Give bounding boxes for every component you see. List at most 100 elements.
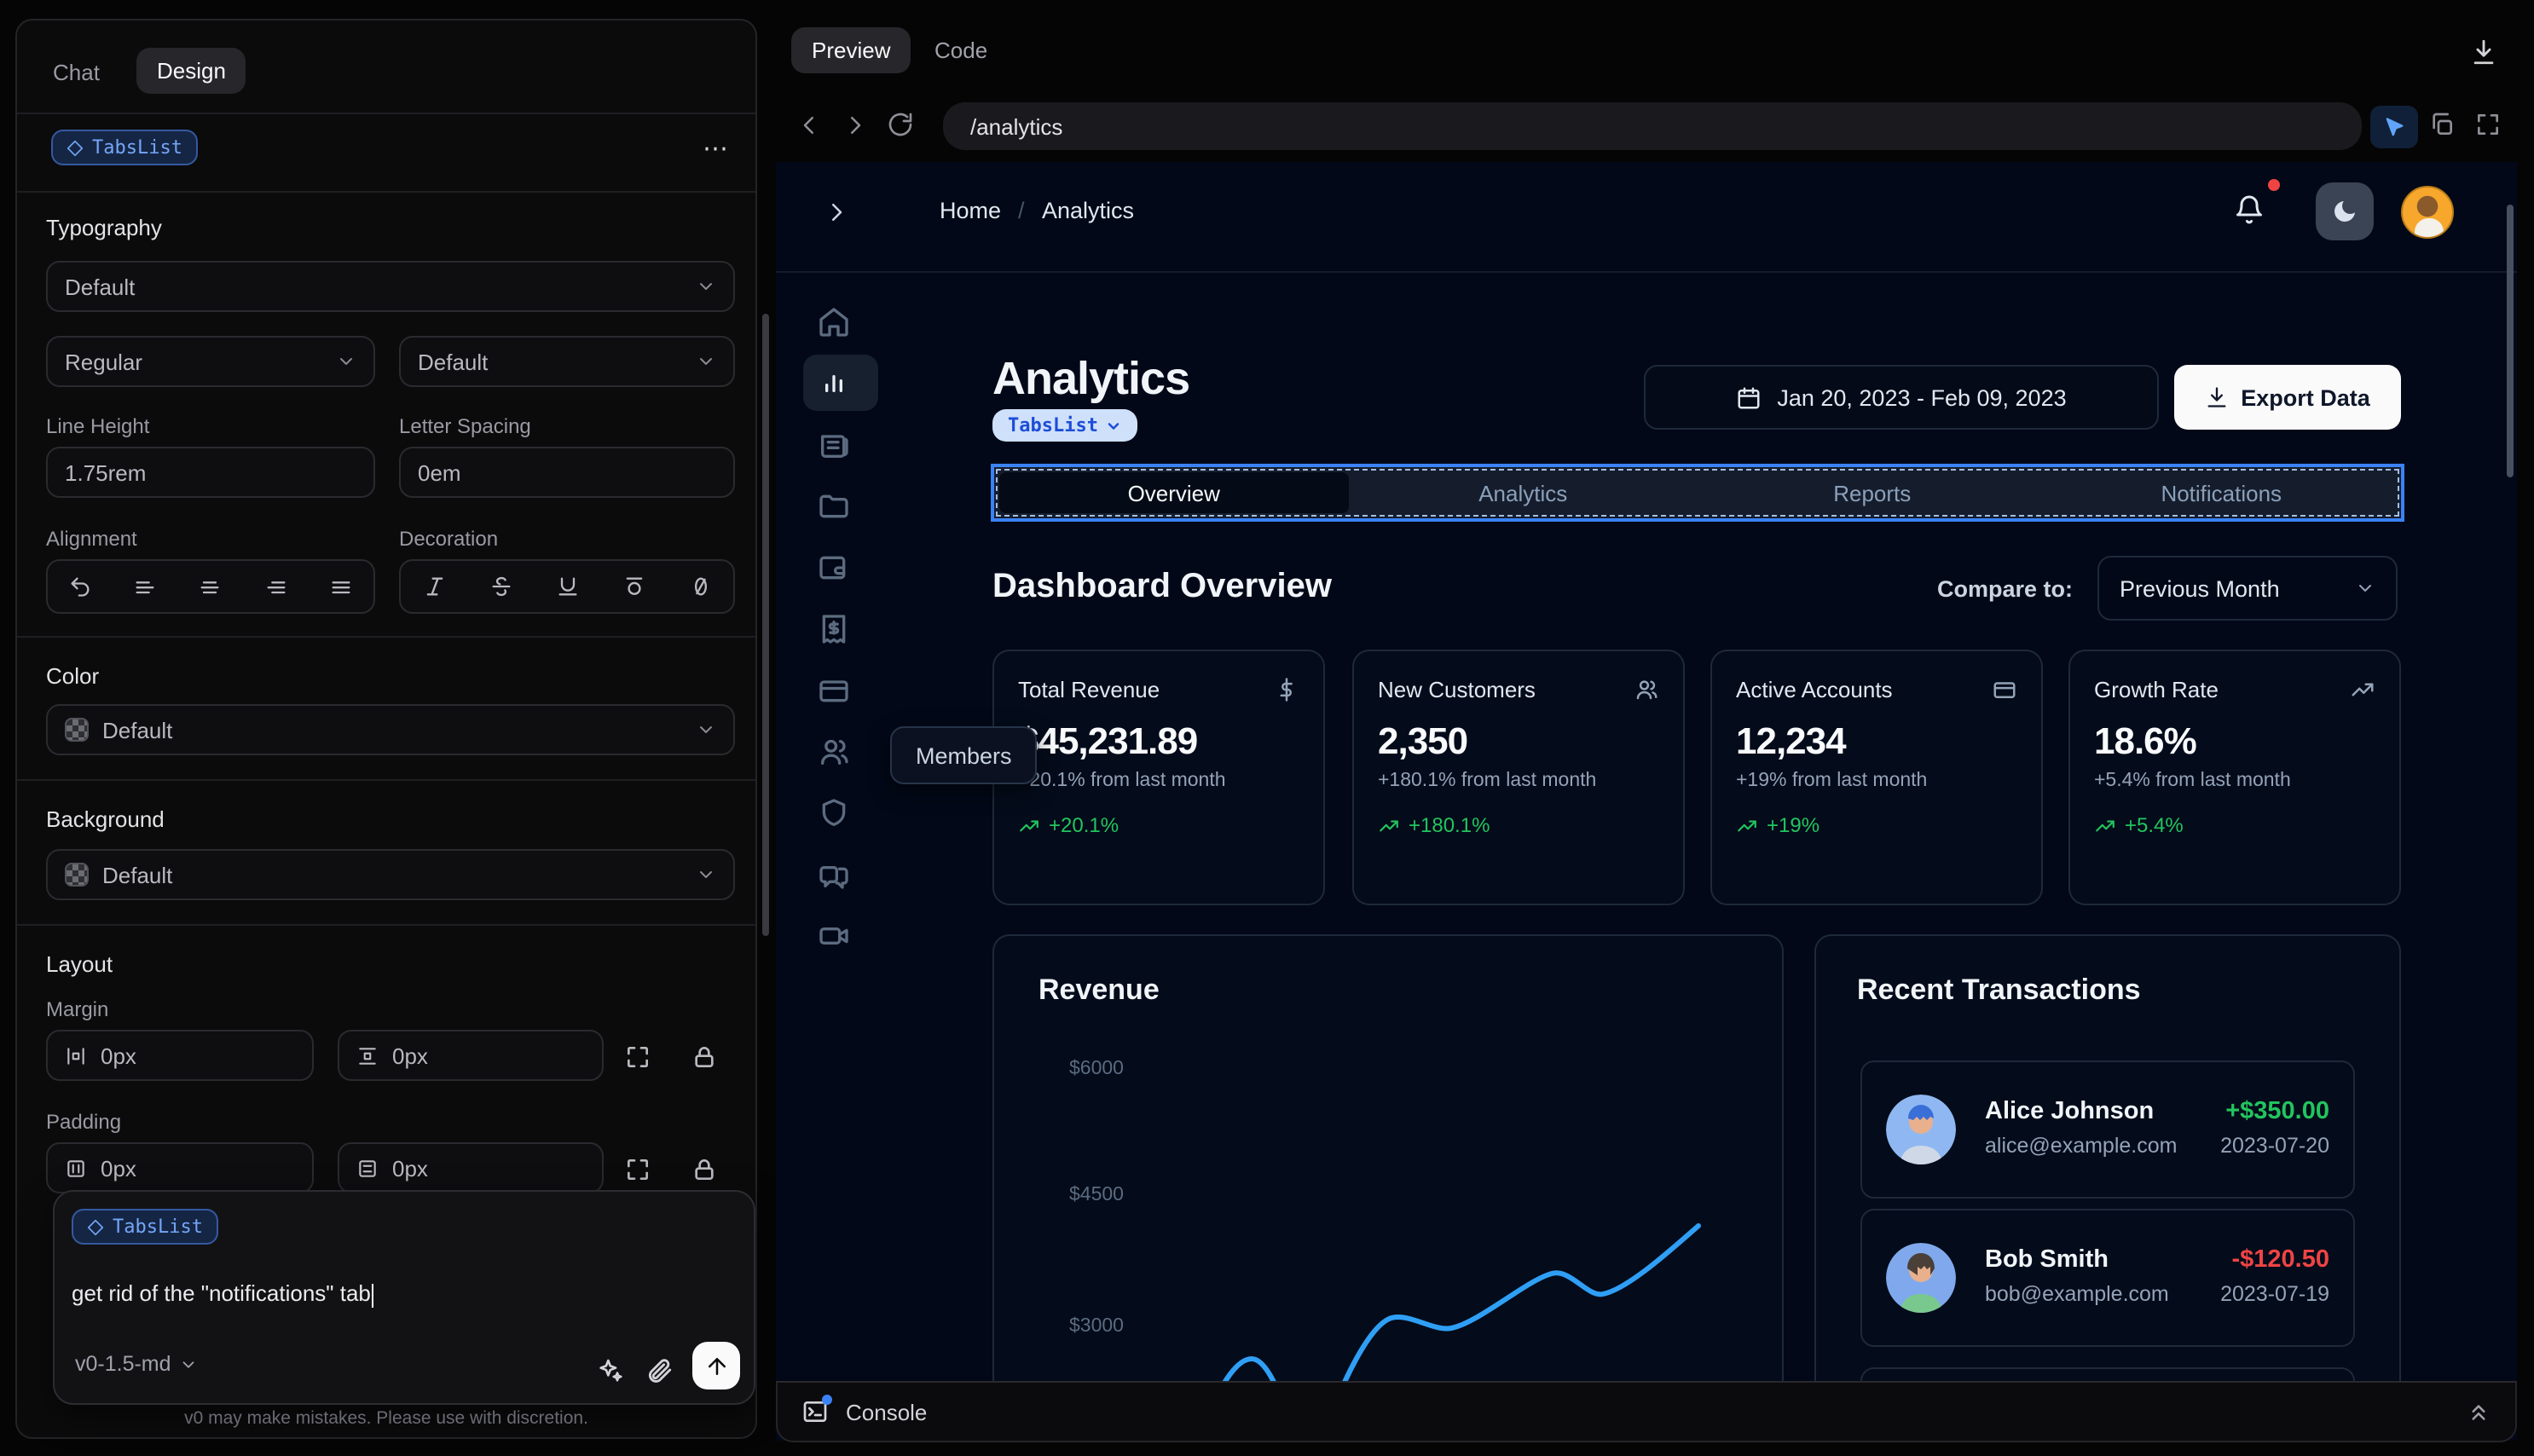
no-decoration-icon[interactable]	[688, 575, 712, 598]
composer-input[interactable]: get rid of the "notifications" tab	[72, 1280, 374, 1308]
home-icon[interactable]	[817, 305, 851, 339]
sidebar-tooltip: Members	[890, 726, 1038, 784]
tab-analytics[interactable]: Analytics	[1349, 472, 1698, 513]
chevron-down-icon	[183, 1361, 194, 1367]
letter-spacing-label: Letter Spacing	[399, 414, 531, 438]
forward-icon[interactable]	[842, 113, 868, 138]
layout-heading: Layout	[46, 951, 113, 977]
margin-y-input[interactable]: 0px	[338, 1030, 604, 1081]
lock-icon[interactable]	[691, 1043, 718, 1071]
underline-icon[interactable]	[555, 575, 579, 598]
padding-y-icon	[359, 1159, 376, 1176]
line-height-input[interactable]: 1.75rem	[46, 447, 375, 498]
console-bar[interactable]: Console	[776, 1381, 2517, 1442]
newspaper-icon[interactable]	[817, 428, 851, 462]
overline-icon[interactable]	[622, 575, 645, 598]
console-label: Console	[846, 1399, 928, 1424]
compare-select[interactable]: Previous Month	[2097, 556, 2398, 621]
theme-toggle-button[interactable]	[2316, 182, 2374, 240]
tab-design[interactable]: Design	[136, 48, 246, 94]
stat-card-growth-rate: Growth Rate 18.6% +5.4% from last month …	[2068, 650, 2401, 905]
chevron-down-icon	[1108, 422, 1119, 429]
expand-icon[interactable]	[624, 1156, 651, 1183]
folder-icon[interactable]	[817, 489, 851, 523]
receipt-icon[interactable]	[817, 612, 851, 646]
credit-card-icon	[1993, 682, 2016, 698]
sidebar-toggle-icon[interactable]	[824, 199, 849, 225]
selected-component-chip[interactable]: TabsList	[51, 130, 198, 165]
panel-scrollbar[interactable]	[762, 314, 769, 936]
stat-card-new-customers: New Customers 2,350 +180.1% from last mo…	[1352, 650, 1685, 905]
breadcrumb-current: Analytics	[1042, 198, 1135, 223]
send-button[interactable]	[692, 1342, 740, 1390]
align-left-icon[interactable]	[134, 575, 158, 598]
sparkles-icon[interactable]	[597, 1357, 624, 1384]
tab-preview[interactable]: Preview	[791, 27, 911, 73]
refresh-icon[interactable]	[887, 111, 914, 138]
composer-component-chip[interactable]: TabsList	[72, 1209, 218, 1245]
transaction-row[interactable]: Bob Smith bob@example.com -$120.50 2023-…	[1860, 1209, 2355, 1347]
users-icon	[1636, 680, 1658, 700]
users-icon[interactable]	[817, 735, 851, 769]
color-heading: Color	[46, 663, 100, 689]
text-caret	[372, 1283, 374, 1308]
url-input[interactable]: /analytics	[943, 102, 2362, 150]
padding-x-input[interactable]: 0px	[46, 1142, 314, 1193]
back-icon[interactable]	[796, 113, 822, 138]
line-height-label: Line Height	[46, 414, 150, 438]
shield-icon[interactable]	[817, 796, 851, 830]
divider	[17, 779, 755, 781]
wallet-icon[interactable]	[817, 551, 851, 585]
font-weight-select[interactable]: Regular	[46, 336, 375, 387]
compare-label: Compare to:	[1937, 576, 2074, 602]
copy-icon[interactable]	[2428, 111, 2456, 138]
chevrons-up-icon[interactable]	[2466, 1400, 2491, 1425]
background-heading: Background	[46, 806, 165, 832]
component-badge[interactable]: TabsList	[992, 409, 1137, 442]
margin-x-input[interactable]: 0px	[46, 1030, 314, 1081]
bell-icon[interactable]	[2234, 194, 2265, 225]
video-icon[interactable]	[817, 919, 851, 953]
chat-composer[interactable]: TabsList get rid of the "notifications" …	[53, 1190, 755, 1405]
model-select[interactable]: v0-1.5-md	[75, 1352, 199, 1376]
chevron-down-icon	[700, 358, 712, 365]
strikethrough-icon[interactable]	[489, 575, 512, 598]
margin-label: Margin	[46, 997, 109, 1021]
tab-overview[interactable]: Overview	[999, 472, 1349, 513]
lock-icon[interactable]	[691, 1156, 718, 1183]
download-icon	[2207, 387, 2226, 407]
component-menu-button[interactable]: ⋯	[703, 133, 732, 164]
inspect-button[interactable]	[2370, 106, 2418, 148]
credit-card-icon[interactable]	[817, 673, 851, 708]
fullscreen-icon[interactable]	[2474, 111, 2502, 138]
align-right-icon[interactable]	[263, 575, 287, 598]
design-panel: Chat Design TabsList ⋯ Typography Defaul…	[15, 19, 769, 1439]
tab-code[interactable]: Code	[934, 38, 987, 63]
color-select[interactable]: Default	[46, 704, 735, 755]
date-range-button[interactable]: Jan 20, 2023 - Feb 09, 2023	[1644, 365, 2159, 430]
italic-icon[interactable]	[422, 575, 446, 598]
tab-notifications[interactable]: Notifications	[2047, 472, 2397, 513]
font-size-select[interactable]: Default	[399, 336, 735, 387]
paperclip-icon[interactable]	[645, 1355, 674, 1384]
undo-icon[interactable]	[68, 575, 92, 598]
breadcrumb-home[interactable]: Home	[940, 198, 1001, 223]
messages-icon[interactable]	[817, 858, 851, 892]
bar-chart-icon[interactable]	[817, 367, 851, 401]
user-avatar[interactable]	[2401, 186, 2454, 239]
align-center-icon[interactable]	[199, 575, 223, 598]
preview-scrollbar[interactable]	[2507, 205, 2514, 477]
chevron-down-icon	[700, 283, 712, 290]
padding-y-input[interactable]: 0px	[338, 1142, 604, 1193]
download-icon[interactable]	[2469, 38, 2498, 66]
tab-reports[interactable]: Reports	[1698, 472, 2047, 513]
transaction-row[interactable]: Alice Johnson alice@example.com +$350.00…	[1860, 1060, 2355, 1199]
padding-x-icon	[67, 1159, 84, 1176]
export-data-button[interactable]: Export Data	[2174, 365, 2401, 430]
expand-icon[interactable]	[624, 1043, 651, 1071]
letter-spacing-input[interactable]: 0em	[399, 447, 735, 498]
font-family-select[interactable]: Default	[46, 261, 735, 312]
background-select[interactable]: Default	[46, 849, 735, 900]
align-justify-icon[interactable]	[329, 575, 353, 598]
tab-chat[interactable]: Chat	[53, 60, 100, 85]
